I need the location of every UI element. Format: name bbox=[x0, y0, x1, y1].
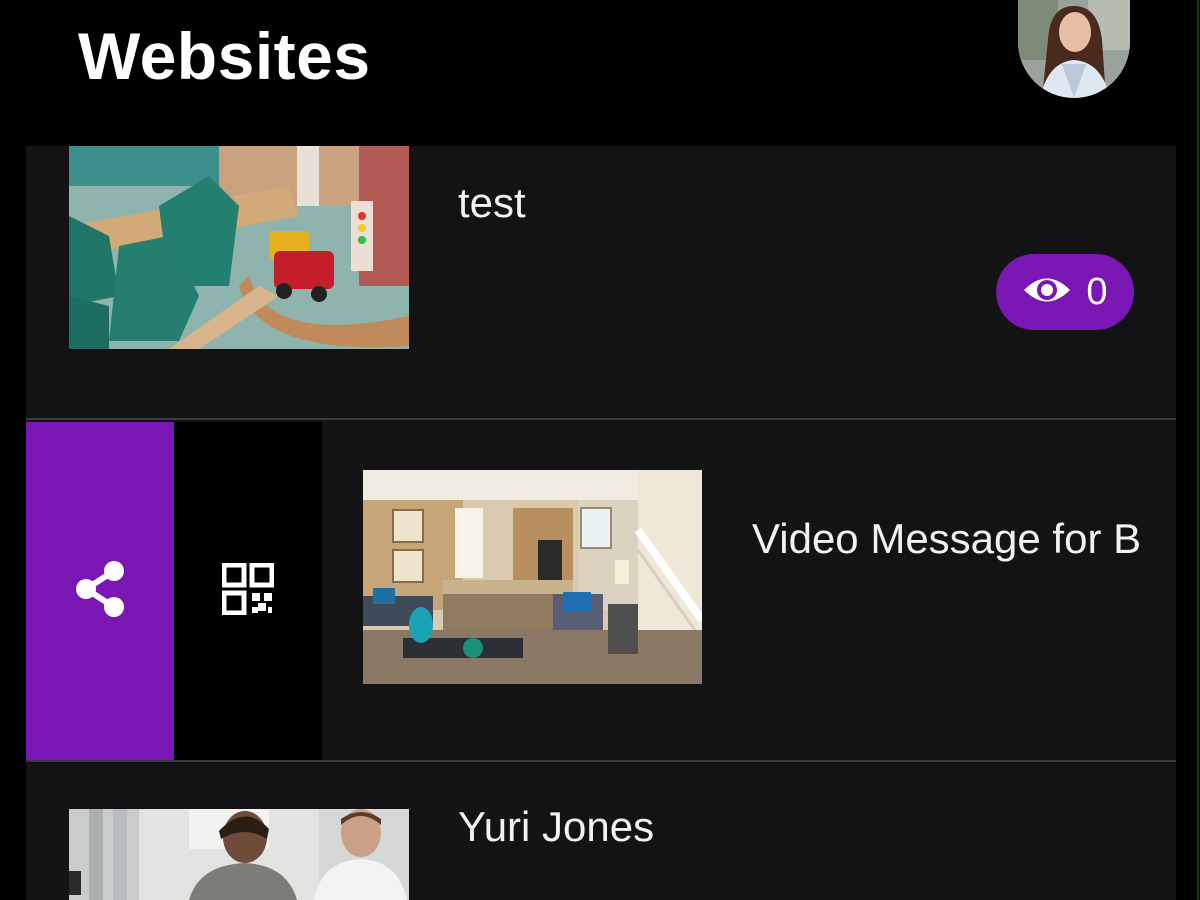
website-thumbnail bbox=[69, 146, 409, 349]
share-icon bbox=[72, 559, 128, 624]
websites-list[interactable]: test 0 Video Message for B Yuri Jones bbox=[26, 146, 1176, 900]
website-thumbnail bbox=[69, 809, 409, 900]
website-thumbnail bbox=[363, 470, 702, 684]
list-item[interactable]: Yuri Jones bbox=[26, 762, 1176, 900]
website-title: Video Message for B bbox=[752, 515, 1142, 562]
qr-code-button[interactable] bbox=[174, 422, 322, 760]
views-count: 0 bbox=[1086, 270, 1108, 313]
row-divider bbox=[26, 418, 1176, 420]
page-title: Websites bbox=[78, 19, 371, 93]
share-button[interactable] bbox=[26, 422, 174, 760]
eye-icon bbox=[1022, 273, 1072, 312]
app-screen: Websites test 0 Video Message for B Yuri… bbox=[0, 0, 1200, 900]
screen-edge bbox=[1197, 0, 1199, 900]
views-badge[interactable]: 0 bbox=[996, 254, 1134, 330]
website-title: test bbox=[458, 179, 526, 226]
user-avatar[interactable] bbox=[1018, 0, 1130, 98]
website-title: Yuri Jones bbox=[458, 803, 655, 850]
list-item[interactable]: test 0 bbox=[26, 146, 1176, 418]
header: Websites bbox=[0, 0, 1200, 146]
qr-code-icon bbox=[221, 562, 275, 620]
list-item[interactable]: Video Message for B bbox=[26, 422, 1176, 760]
avatar-image bbox=[1018, 0, 1130, 98]
